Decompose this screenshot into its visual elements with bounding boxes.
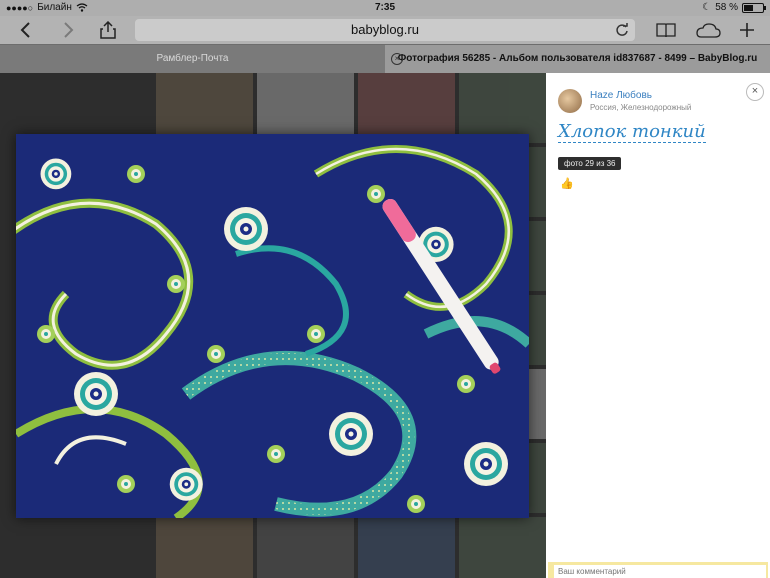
paisley-fabric-image [16, 134, 529, 518]
comment-area [548, 562, 768, 578]
address-text: babyblog.ru [351, 22, 419, 37]
album-thumbnail[interactable] [459, 73, 556, 143]
share-icon [100, 21, 116, 39]
photo-info-panel: Haze Любовь Россия, Железнодорожный × Хл… [546, 73, 770, 578]
address-bar[interactable]: babyblog.ru [135, 19, 635, 41]
author-location: Россия, Железнодорожный [590, 103, 692, 112]
album-thumbnail[interactable] [257, 73, 354, 143]
close-tab-icon[interactable]: × [391, 53, 403, 65]
share-button[interactable] [96, 16, 120, 44]
new-tab-button[interactable] [736, 16, 758, 44]
cloud-tabs-button[interactable] [694, 16, 722, 44]
status-bar: ●●●●○ Билайн 7:35 ☾ 58 % [0, 0, 770, 16]
back-button[interactable] [14, 16, 38, 44]
tab-label: Рамблер-Почта [156, 53, 229, 64]
moon-icon: ☾ [702, 2, 712, 13]
comment-input[interactable] [554, 565, 766, 578]
bookmarks-icon [656, 23, 676, 38]
tab-strip: Рамблер-Почта × Фотография 56285 - Альбо… [0, 44, 770, 73]
battery-percent: 58 % [715, 2, 738, 13]
avatar[interactable] [558, 89, 582, 113]
album-thumbnail[interactable] [358, 73, 455, 143]
close-button[interactable]: × [746, 83, 764, 101]
bookmarks-button[interactable] [654, 16, 678, 44]
reload-icon[interactable] [615, 23, 629, 37]
album-thumbnail[interactable] [156, 73, 253, 143]
new-tab-icon [740, 23, 754, 37]
browser-toolbar: babyblog.ru [0, 16, 770, 44]
like-icon[interactable]: 👍 [560, 177, 574, 190]
album-thumbnail[interactable] [459, 517, 556, 578]
photo-title[interactable]: Хлопок тонкий [558, 122, 706, 143]
album-thumbnail[interactable] [257, 517, 354, 578]
photo-counter: фото 29 из 36 [558, 157, 622, 170]
author-link[interactable]: Haze Любовь [590, 90, 652, 101]
album-thumbnail[interactable] [358, 517, 455, 578]
tab-label: Фотография 56285 - Альбом пользователя i… [397, 53, 758, 64]
clock: 7:35 [374, 2, 395, 13]
battery-icon [742, 2, 766, 13]
cloud-tabs-icon [696, 23, 721, 38]
forward-icon [64, 22, 74, 38]
album-thumbnail[interactable] [156, 517, 253, 578]
tab-babyblog-photo[interactable]: × Фотография 56285 - Альбом пользователя… [385, 45, 770, 73]
main-photo[interactable] [16, 134, 529, 518]
back-icon [20, 22, 30, 38]
forward-button[interactable] [56, 16, 80, 44]
tab-rambler-mail[interactable]: Рамблер-Почта [0, 45, 385, 73]
battery-fill [744, 4, 754, 11]
